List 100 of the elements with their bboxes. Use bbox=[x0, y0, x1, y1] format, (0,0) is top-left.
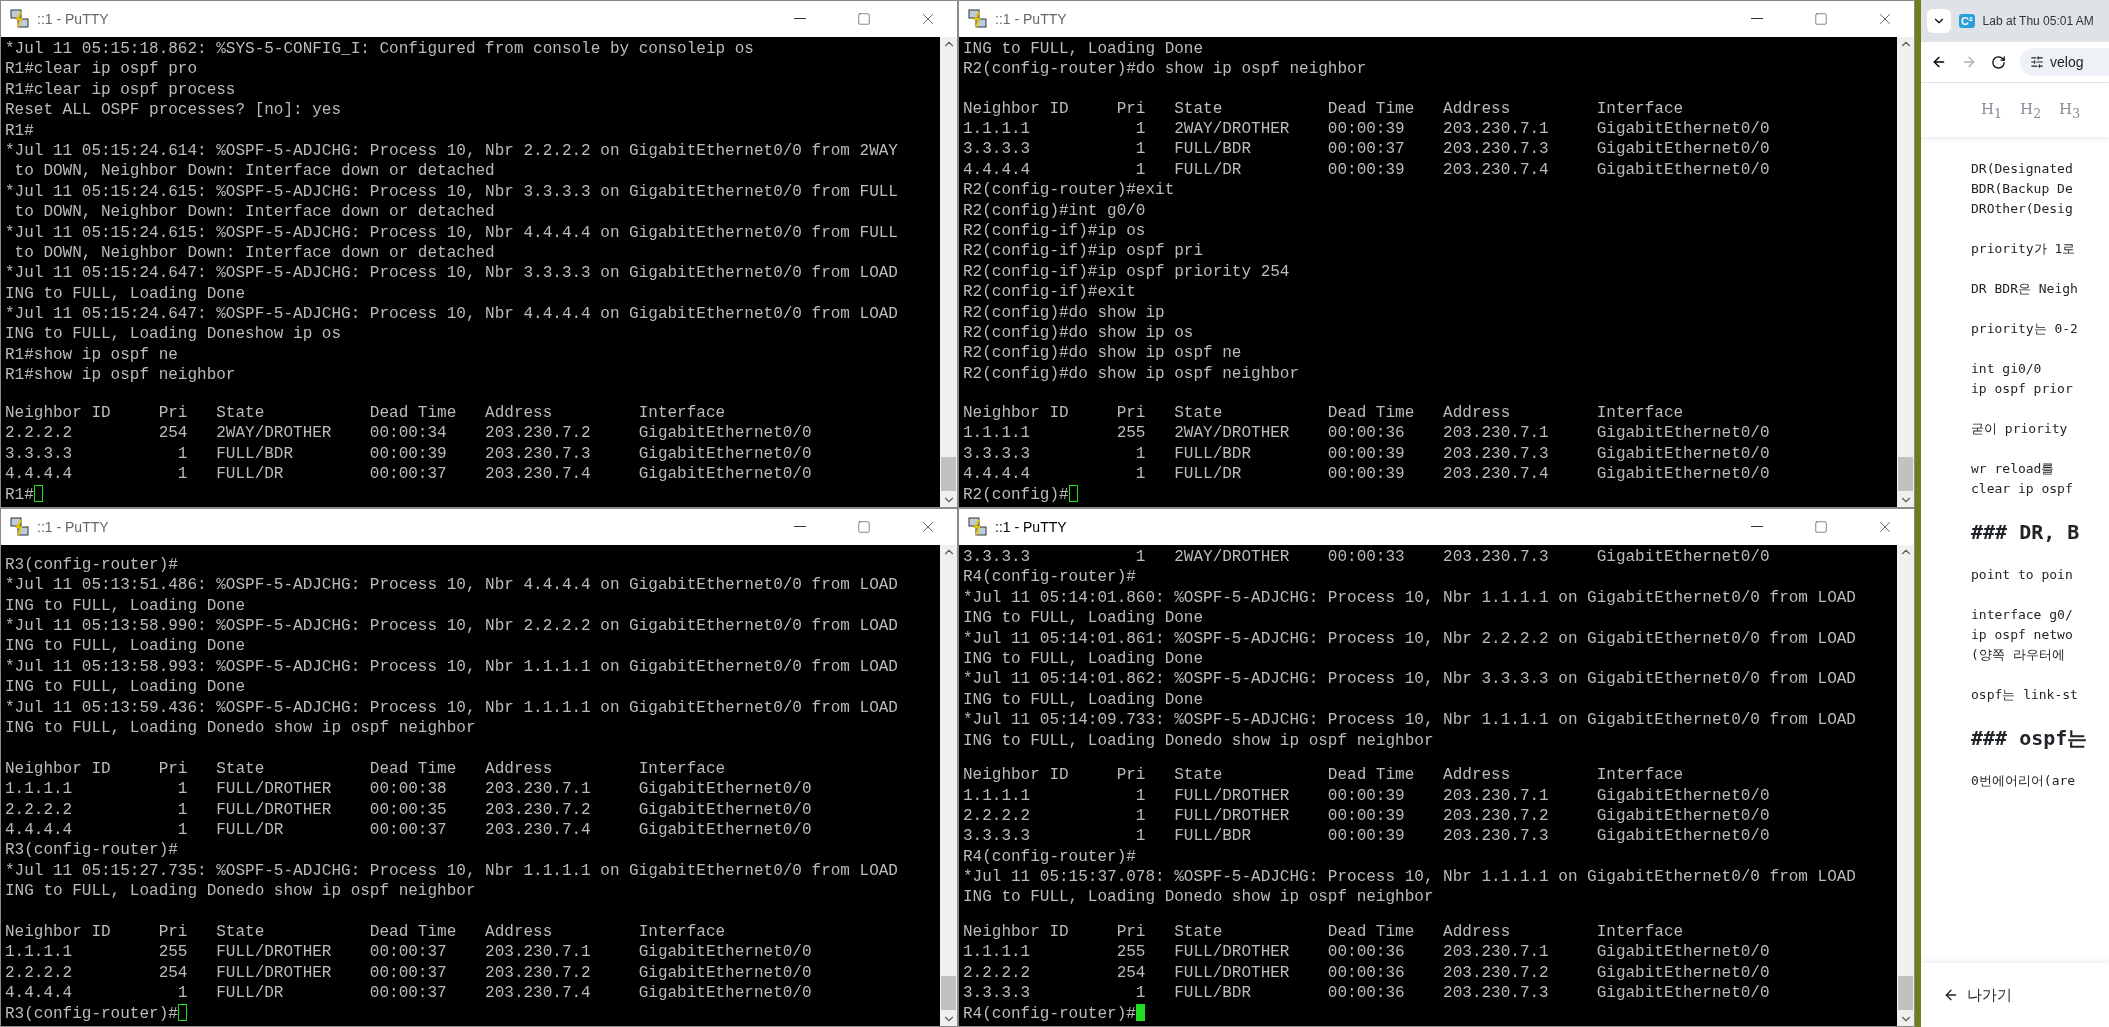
terminal-line: Neighbor ID Pri State Dead Time Address Interface bbox=[963, 403, 1685, 424]
terminal-line: 1.1.1.1 255 FULL/DROTHER 00:00:36 203.230.7.1 GigabitEthernet0/0 bbox=[963, 942, 1771, 963]
exit-button[interactable]: 나가기 bbox=[1939, 981, 2016, 1009]
terminal-line: R2(config-if)#ip ospf pri bbox=[963, 241, 1205, 262]
terminal-line: R4(config-router)# bbox=[963, 567, 1137, 588]
terminal-line: ING to FULL, Loading Done bbox=[963, 39, 1205, 60]
minimize-icon bbox=[1751, 18, 1763, 20]
markdown-line: DR(Designated bbox=[1971, 160, 2074, 178]
terminal-line: Neighbor ID Pri State Dead Time Address Interface bbox=[963, 765, 1685, 786]
maximize-icon bbox=[1814, 520, 1828, 534]
terminal-line: *Jul 11 05:15:37.078: %OSPF-5-ADJCHG: Process 10, Nbr 1.1.1.1 on GigabitEthernet0/0 from LOAD bbox=[963, 867, 1857, 888]
terminal-line: *Jul 11 05:15:24.614: %OSPF-5-ADJCHG: Process 10, Nbr 2.2.2.2 on GigabitEthernet0/0 from 2WAY bbox=[5, 140, 899, 162]
terminal-line: Neighbor ID Pri State Dead Time Address Interface bbox=[5, 758, 727, 780]
heading-button[interactable]: H$_{1}$ bbox=[1981, 99, 2003, 121]
terminal-line: *Jul 11 05:15:24.615: %OSPF-5-ADJCHG: Process 10, Nbr 3.3.3.3 on GigabitEthernet0/0 from FULL bbox=[5, 181, 899, 203]
browser-tab[interactable]: Lab at Thu 05:01 AM bbox=[1982, 14, 2094, 28]
markdown-heading: ### ospf는 bbox=[1971, 725, 2089, 751]
terminal-line: Neighbor ID Pri State Dead Time Address Interface bbox=[963, 922, 1685, 943]
terminal-line: 3.3.3.3 1 FULL/BDR 00:00:36 203.230.7.3 GigabitEthernet0/0 bbox=[963, 983, 1771, 1004]
scroll-thumb[interactable] bbox=[1898, 976, 1913, 1010]
scroll-thumb[interactable] bbox=[941, 457, 956, 491]
terminal-line: ING to FULL, Loading Done bbox=[963, 608, 1205, 629]
markdown-line: BDR(Backup De bbox=[1971, 180, 2074, 198]
terminal-line: R2(config-router)#exit bbox=[963, 180, 1176, 201]
terminal-line: 1.1.1.1 1 FULL/DROTHER 00:00:38 203.230.7.1 GigabitEthernet0/0 bbox=[5, 779, 813, 800]
markdown-line: 굳이 priority bbox=[1971, 420, 2069, 438]
terminal-line: R4(config-router)# bbox=[963, 846, 1137, 868]
terminal-line: ING to FULL, Loading Donedo show ip ospf neighbor bbox=[963, 887, 1435, 908]
markdown-line: point to poin bbox=[1971, 566, 2074, 584]
terminal-line: 2.2.2.2 1 FULL/DROTHER 00:00:39 203.230.7.2 GigabitEthernet0/0 bbox=[963, 805, 1771, 827]
reload-icon[interactable] bbox=[1991, 54, 2006, 70]
terminal-line: *Jul 11 05:14:01.860: %OSPF-5-ADJCHG: Process 10, Nbr 1.1.1.1 on GigabitEthernet0/0 from LOAD bbox=[963, 587, 1857, 609]
markdown-line: priority가 1로 bbox=[1971, 240, 2077, 258]
terminal-line: *Jul 11 05:14:01.862: %OSPF-5-ADJCHG: Process 10, Nbr 3.3.3.3 on GigabitEthernet0/0 from LOAD bbox=[963, 669, 1857, 690]
terminal-line: Neighbor ID Pri State Dead Time Address Interface bbox=[963, 98, 1685, 120]
terminal-line: 4.4.4.4 1 FULL/DR 00:00:37 203.230.7.4 GigabitEthernet0/0 bbox=[5, 464, 813, 485]
terminal-line: 2.2.2.2 254 FULL/DROTHER 00:00:36 203.230.7.2 GigabitEthernet0/0 bbox=[963, 962, 1771, 984]
markdown-line: ip ospf netwo bbox=[1971, 626, 2074, 644]
terminal-line: R1#clear ip ospf pro bbox=[5, 59, 199, 80]
terminal-line: R1#show ip ospf neighbor bbox=[5, 365, 237, 386]
terminal-line: ING to FULL, Loading Donedo show ip ospf neighbor bbox=[5, 717, 477, 739]
terminal-line: 1.1.1.1 255 2WAY/DROTHER 00:00:36 203.230.7.1 GigabitEthernet0/0 bbox=[963, 423, 1771, 444]
terminal-line: ING to FULL, Loading Doneshow ip os bbox=[5, 324, 343, 345]
terminal-line: *Jul 11 05:13:58.993: %OSPF-5-ADJCHG: Process 10, Nbr 1.1.1.1 on GigabitEthernet0/0 from LOAD bbox=[5, 656, 899, 678]
putty-icon bbox=[9, 8, 31, 30]
markdown-line: (양쪽 라우터에 bbox=[1971, 646, 2066, 664]
putty-icon bbox=[967, 8, 989, 30]
url-text: velog bbox=[2050, 54, 2084, 70]
terminal-line: 4.4.4.4 1 FULL/DR 00:00:39 203.230.7.4 GigabitEthernet0/0 bbox=[963, 159, 1771, 181]
site-info-icon[interactable] bbox=[2030, 55, 2044, 69]
terminal-line: 2.2.2.2 254 2WAY/DROTHER 00:00:34 203.230.7.2 GigabitEthernet0/0 bbox=[5, 423, 813, 444]
markdown-line: wr reload를 bbox=[1971, 460, 2056, 478]
terminal-line: ING to FULL, Loading Done bbox=[5, 677, 247, 698]
scrollbar[interactable] bbox=[1897, 37, 1914, 507]
address-bar[interactable]: velog bbox=[2020, 48, 2109, 76]
scroll-thumb[interactable] bbox=[941, 976, 956, 1010]
terminal-line: 3.3.3.3 1 FULL/BDR 00:00:39 203.230.7.3 GigabitEthernet0/0 bbox=[5, 443, 813, 465]
terminal-line: R2(config-router)#do show ip ospf neighbor bbox=[963, 59, 1368, 80]
window-title: ::1 - PuTTY bbox=[995, 11, 1068, 27]
terminal-line: R2(config-if)#exit bbox=[963, 282, 1137, 303]
terminal-line: R2(config)#do show ip ospf neighbor bbox=[963, 363, 1301, 385]
terminal-line: 1.1.1.1 1 2WAY/DROTHER 00:00:39 203.230.7.1 GigabitEthernet0/0 bbox=[963, 119, 1771, 140]
terminal-line: 3.3.3.3 1 FULL/BDR 00:00:37 203.230.7.3 GigabitEthernet0/0 bbox=[963, 139, 1771, 160]
terminal-line: R4(config-router)# bbox=[963, 1004, 1136, 1023]
terminal-line: *Jul 11 05:13:51.486: %OSPF-5-ADJCHG: Process 10, Nbr 4.4.4.4 on GigabitEthernet0/0 from LOAD bbox=[5, 575, 899, 596]
back-icon[interactable] bbox=[1931, 54, 1947, 70]
back-arrow-icon bbox=[1943, 987, 1959, 1003]
terminal-line: to DOWN, Neighbor Down: Interface down or detached bbox=[13, 161, 496, 182]
terminal-line: Neighbor ID Pri State Dead Time Address Interface bbox=[5, 921, 727, 943]
terminal-line: 2.2.2.2 254 FULL/DROTHER 00:00:37 203.230.7.2 GigabitEthernet0/0 bbox=[5, 962, 813, 984]
terminal-line: ING to FULL, Loading Done bbox=[5, 595, 247, 616]
scrollbar[interactable] bbox=[1897, 545, 1914, 1026]
window-title: ::1 - PuTTY bbox=[995, 519, 1068, 535]
terminal-line: Reset ALL OSPF processes? [no]: yes bbox=[5, 100, 343, 121]
terminal-line: R2(config)#do show ip os bbox=[963, 323, 1195, 344]
terminal-line: R1# bbox=[5, 120, 35, 141]
terminal-line: to DOWN, Neighbor Down: Interface down or detached bbox=[13, 202, 496, 223]
terminal-line: *Jul 11 05:13:58.990: %OSPF-5-ADJCHG: Process 10, Nbr 2.2.2.2 on GigabitEthernet0/0 from LOAD bbox=[5, 615, 899, 637]
scroll-thumb[interactable] bbox=[1898, 457, 1913, 491]
terminal-line: ING to FULL, Loading Done bbox=[5, 283, 247, 305]
window-title: ::1 - PuTTY bbox=[37, 519, 110, 535]
markdown-line: DR BDR은 Neigh bbox=[1971, 280, 2079, 298]
terminal-line: *Jul 11 05:15:24.647: %OSPF-5-ADJCHG: Process 10, Nbr 4.4.4.4 on GigabitEthernet0/0 from LOAD bbox=[5, 304, 899, 325]
markdown-line: ip ospf prior bbox=[1971, 380, 2074, 398]
terminal-line: R3(config-router)# bbox=[5, 1004, 178, 1023]
maximize-icon bbox=[857, 12, 871, 26]
markdown-line: priority는 0-2 bbox=[1971, 320, 2079, 338]
terminal-line: *Jul 11 05:13:59.436: %OSPF-5-ADJCHG: Process 10, Nbr 1.1.1.1 on GigabitEthernet0/0 from LOAD bbox=[5, 697, 899, 718]
terminal-line: R2(config-if)#ip ospf priority 254 bbox=[963, 261, 1291, 283]
putty-icon bbox=[9, 516, 31, 538]
scrollbar[interactable] bbox=[940, 545, 957, 1026]
terminal-line: R3(config-router)# bbox=[5, 840, 179, 861]
terminal-line: R2(config)#do show ip ospf ne bbox=[963, 343, 1243, 364]
tab-favicon: C² bbox=[1959, 14, 1975, 28]
terminal-line: R2(config)# bbox=[963, 485, 1069, 504]
tab-menu-button[interactable] bbox=[1927, 9, 1951, 33]
terminal-line: 1.1.1.1 1 FULL/DROTHER 00:00:39 203.230.7.1 GigabitEthernet0/0 bbox=[963, 785, 1771, 806]
terminal-line: R2(config)#do show ip bbox=[963, 302, 1166, 323]
scrollbar[interactable] bbox=[940, 37, 957, 507]
markdown-line: interface g0/ bbox=[1971, 606, 2074, 624]
